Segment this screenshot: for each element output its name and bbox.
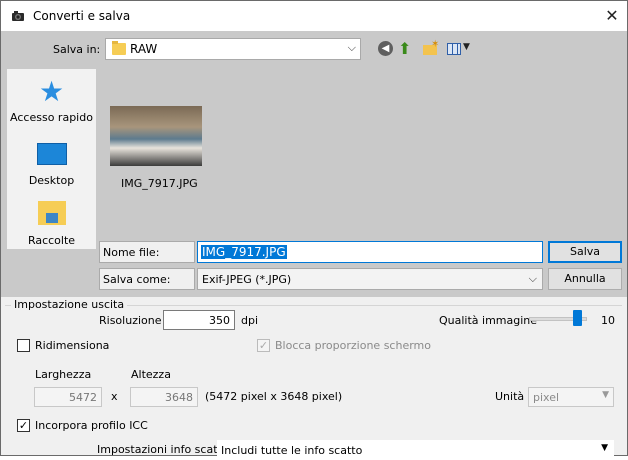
back-button[interactable]: ◀ bbox=[376, 40, 396, 58]
filename-input[interactable]: IMG_7917.JPG bbox=[197, 241, 543, 263]
place-desktop[interactable]: Desktop bbox=[7, 139, 96, 187]
desktop-icon bbox=[36, 143, 67, 165]
filename-label: Nome file: bbox=[99, 241, 195, 263]
save-type-value: Exif-JPEG (*.JPG) bbox=[202, 273, 292, 286]
width-label: Larghezza bbox=[35, 368, 92, 381]
quality-label: Qualità immagine bbox=[439, 314, 538, 327]
title-bar: Converti e salva ✕ bbox=[1, 1, 627, 31]
save-type-label: Salva come: bbox=[99, 268, 195, 290]
dialog-body: Salva in: RAW ⌵ ◀ ⬆ ✶ ▼ ★ Accesso rapido bbox=[1, 31, 627, 460]
dropdown-arrow-icon: ▼ bbox=[463, 42, 470, 52]
place-libraries[interactable]: Raccolte bbox=[7, 197, 96, 247]
dropdown-arrow-icon: ▼ bbox=[601, 443, 608, 453]
dropdown-arrow-icon: ▼ bbox=[602, 390, 609, 400]
close-icon[interactable]: ✕ bbox=[597, 1, 627, 31]
libraries-icon bbox=[37, 201, 66, 225]
shot-info-value: Includi tutte le info scatto bbox=[221, 444, 363, 457]
unit-label: Unità bbox=[495, 390, 525, 403]
height-input[interactable]: 3648 bbox=[130, 387, 198, 407]
up-folder-icon: ⬆ bbox=[398, 39, 412, 58]
star-icon: ★ bbox=[38, 75, 65, 108]
new-folder-button[interactable]: ✶ bbox=[421, 39, 441, 58]
view-menu-icon bbox=[447, 43, 461, 55]
view-menu-button[interactable]: ▼ bbox=[446, 40, 474, 58]
times-label: x bbox=[111, 390, 118, 403]
place-label: Desktop bbox=[28, 174, 75, 187]
save-button[interactable]: Salva bbox=[548, 241, 622, 263]
place-label: Raccolte bbox=[27, 234, 76, 247]
place-quick-access[interactable]: ★ Accesso rapido bbox=[7, 75, 96, 125]
height-label: Altezza bbox=[131, 368, 171, 381]
back-icon: ◀ bbox=[378, 41, 393, 56]
up-folder-button[interactable]: ⬆ bbox=[398, 40, 418, 58]
save-in-dropdown[interactable]: RAW ⌵ bbox=[105, 38, 361, 60]
width-input[interactable]: 5472 bbox=[34, 387, 102, 407]
lock-ratio-label: Blocca proporzione schermo bbox=[275, 339, 431, 352]
resolution-label: Risoluzione bbox=[99, 314, 162, 327]
save-type-dropdown[interactable]: Exif-JPEG (*.JPG) ⌵ bbox=[197, 268, 543, 290]
chevron-down-icon: ⌵ bbox=[347, 41, 356, 54]
save-in-label: Salva in: bbox=[53, 43, 101, 56]
camera-app-icon bbox=[12, 11, 24, 21]
window-title: Converti e salva bbox=[33, 9, 131, 23]
save-in-value: RAW bbox=[130, 42, 158, 56]
shot-info-dropdown[interactable]: Includi tutte le info scatto ▼ bbox=[217, 440, 614, 460]
folder-icon bbox=[112, 41, 126, 55]
icc-checkbox[interactable]: ✓ bbox=[17, 419, 30, 432]
shot-info-label: Impostazioni info scatto bbox=[97, 443, 229, 456]
resolution-input[interactable]: 350 bbox=[163, 310, 235, 330]
resize-label: Ridimensiona bbox=[35, 339, 110, 352]
file-name-label[interactable]: IMG_7917.JPG bbox=[121, 177, 198, 190]
chevron-down-icon: ⌵ bbox=[528, 272, 537, 285]
places-bar: ★ Accesso rapido Desktop Raccolte bbox=[7, 69, 96, 249]
quality-value: 10 bbox=[601, 314, 615, 327]
resize-checkbox[interactable] bbox=[17, 339, 30, 352]
filename-value: IMG_7917.JPG bbox=[201, 245, 287, 259]
pixel-summary: (5472 pixel x 3648 pixel) bbox=[205, 390, 343, 403]
convert-save-dialog: Converti e salva ✕ Salva in: RAW ⌵ ◀ ⬆ ✶… bbox=[0, 0, 628, 460]
file-thumbnail[interactable] bbox=[110, 106, 202, 166]
resolution-unit: dpi bbox=[241, 314, 259, 327]
sparkle-icon: ✶ bbox=[431, 39, 440, 50]
quality-slider-thumb[interactable] bbox=[573, 310, 583, 326]
place-label: Accesso rapido bbox=[10, 111, 93, 124]
lock-ratio-checkbox[interactable]: ✓ bbox=[257, 339, 270, 352]
output-settings-group: Impostazione uscita Risoluzione 350 dpi … bbox=[1, 297, 627, 460]
unit-dropdown[interactable]: pixel ▼ bbox=[528, 387, 614, 407]
group-title: Impostazione uscita bbox=[11, 298, 128, 311]
unit-value: pixel bbox=[533, 391, 560, 404]
icc-label: Incorpora profilo ICC bbox=[35, 419, 148, 432]
cancel-button[interactable]: Annulla bbox=[548, 268, 622, 290]
